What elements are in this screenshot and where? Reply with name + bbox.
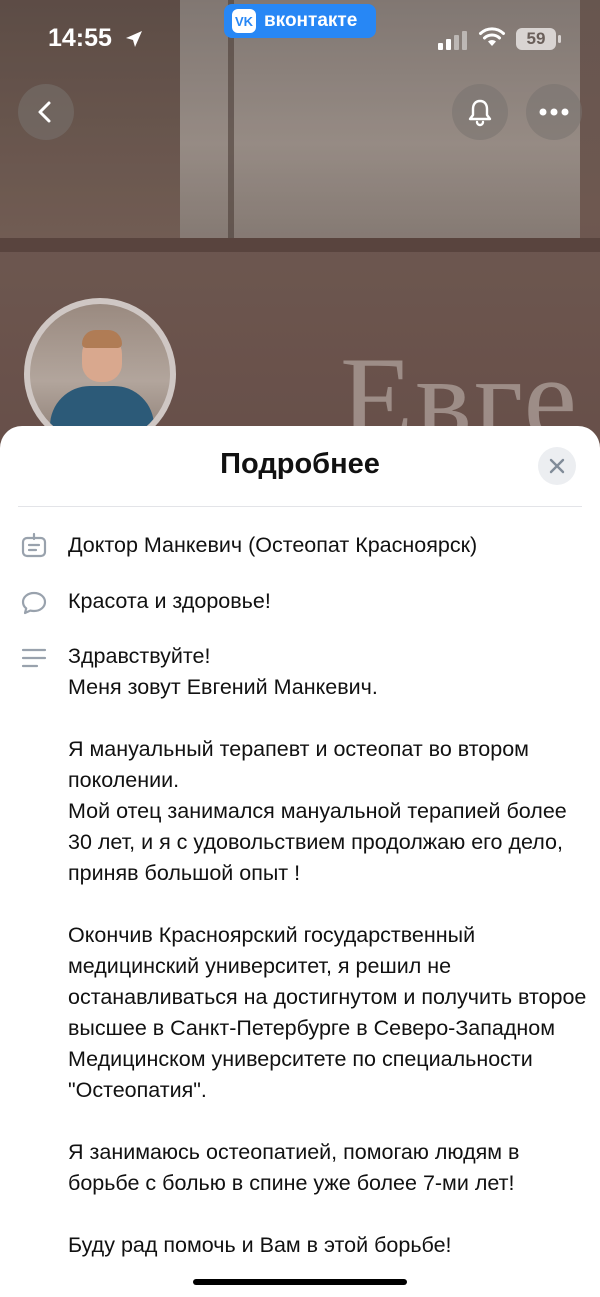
app-pill[interactable]: VK вконтакте bbox=[224, 4, 376, 38]
status-time: 14:55 bbox=[48, 24, 112, 52]
close-icon bbox=[549, 458, 565, 474]
battery-tip bbox=[558, 35, 561, 43]
avatar-photo bbox=[30, 304, 170, 444]
close-button[interactable] bbox=[538, 447, 576, 485]
location-arrow-icon bbox=[126, 31, 142, 47]
battery-level: 59 bbox=[526, 29, 546, 48]
description-paragraph: Здравствуйте! Меня зовут Евгений Манкевич… bbox=[68, 644, 378, 699]
more-button[interactable] bbox=[526, 84, 582, 140]
back-button[interactable] bbox=[18, 84, 74, 140]
bell-icon bbox=[468, 99, 492, 127]
avatar-hair bbox=[82, 330, 122, 348]
status-text: Доктор Манкевич (Остеопат Красноярск) bbox=[68, 533, 478, 557]
speech-bubble-icon bbox=[21, 591, 47, 615]
chevron-left-icon bbox=[38, 101, 51, 123]
notifications-button[interactable] bbox=[452, 84, 508, 140]
status-bar: 14:55 VK вконтакте 59 bbox=[0, 0, 600, 80]
vk-logo-text: VK bbox=[234, 13, 254, 29]
battery-indicator: 59 bbox=[516, 28, 556, 50]
description-paragraph: Окончив Красноярский государственный мед… bbox=[68, 923, 587, 1102]
app-pill-label: вконтакте bbox=[264, 10, 358, 31]
description-paragraph: Я мануальный терапевт и остеопат во втор… bbox=[68, 737, 567, 885]
lines-icon bbox=[21, 648, 47, 668]
details-sheet: Подробнее Доктор Манкевич (Остеопат Крас… bbox=[0, 426, 600, 1297]
badge-icon bbox=[21, 532, 47, 558]
description-paragraph: Я занимаюсь остеопатией, помогаю людям в… bbox=[68, 1140, 520, 1195]
wifi-icon bbox=[479, 27, 505, 46]
signal-icon bbox=[438, 31, 467, 50]
description-paragraph: Буду рад помочь и Вам в этой борьбе! bbox=[68, 1233, 452, 1257]
description-text: Здравствуйте! Меня зовут Евгений Манкевич… bbox=[68, 641, 588, 1292]
more-horizontal-icon bbox=[539, 108, 569, 116]
divider bbox=[18, 506, 582, 507]
category-text: Красота и здоровье! bbox=[68, 589, 271, 613]
vk-logo-icon: VK bbox=[232, 9, 256, 33]
sheet-title: Подробнее bbox=[220, 448, 380, 480]
home-indicator bbox=[193, 1279, 407, 1285]
